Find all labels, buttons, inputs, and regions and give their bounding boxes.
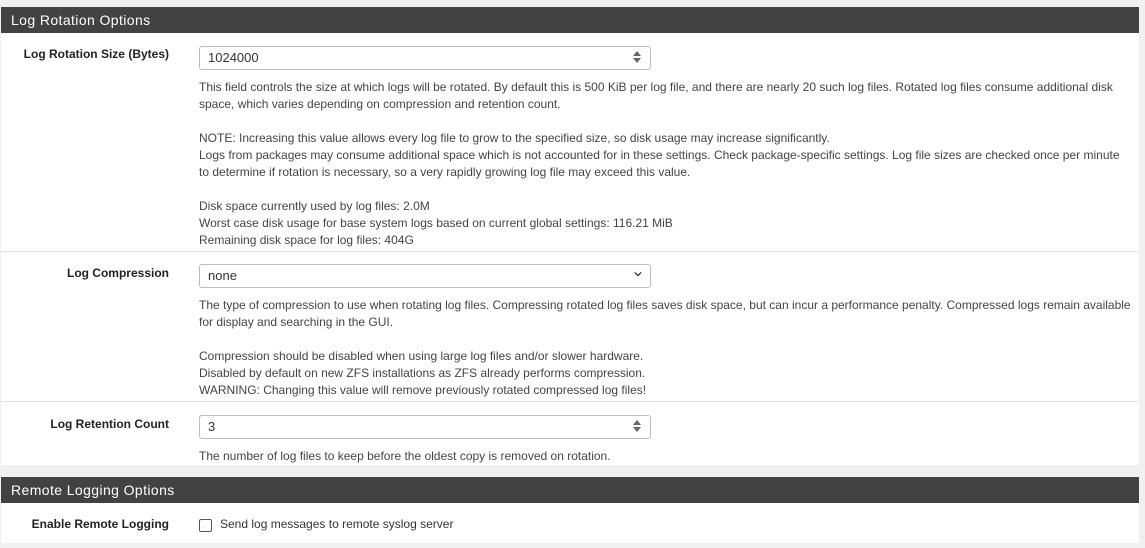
log-retention-row: Log Retention Count 3 The number of log … [1,402,1139,464]
remote-logging-heading: Remote Logging Options [1,477,1139,503]
log-retention-label: Log Retention Count [50,417,169,431]
log-rotation-size-value: 1024000 [208,50,259,65]
help-text: The number of log files to keep before t… [199,449,611,463]
log-rotation-size-label: Log Rotation Size (Bytes) [23,47,169,61]
log-rotation-panel: Log Rotation Options Log Rotation Size (… [1,7,1139,465]
log-retention-input[interactable]: 3 [199,415,651,439]
help-text: Disabled by default on new ZFS installat… [199,366,646,380]
help-text: Compression should be disabled when usin… [199,349,644,363]
enable-remote-logging-row: Enable Remote Logging Send log messages … [1,503,1139,543]
log-compression-value: none [208,268,237,283]
enable-remote-logging-checkbox[interactable] [199,519,212,532]
log-rotation-size-input[interactable]: 1024000 [199,46,651,70]
log-rotation-heading: Log Rotation Options [1,7,1139,33]
help-text: Logs from packages may consume additiona… [199,148,1120,179]
worst-case-usage-text: Worst case disk usage for base system lo… [199,216,673,230]
log-compression-select[interactable]: none [199,264,651,288]
log-rotation-size-help: This field controls the size at which lo… [199,79,1131,249]
spinner-arrows-icon[interactable] [632,50,642,66]
log-compression-label: Log Compression [66,266,169,280]
spinner-arrows-icon[interactable] [632,419,642,435]
disk-used-text: Disk space currently used by log files: … [199,199,430,213]
log-rotation-size-row: Log Rotation Size (Bytes) 1024000 This f… [1,33,1139,252]
log-compression-row: Log Compression none The type of compres… [1,252,1139,402]
enable-remote-logging-checkbox-label[interactable]: Send log messages to remote syslog serve… [220,517,453,531]
help-text: NOTE: Increasing this value allows every… [199,131,830,145]
log-retention-help: The number of log files to keep before t… [199,448,1131,465]
log-retention-value: 3 [208,419,216,434]
help-text: The type of compression to use when rota… [199,298,1131,329]
chevron-down-icon [634,271,642,277]
remote-logging-panel: Remote Logging Options Enable Remote Log… [1,477,1139,543]
warning-text: WARNING: Changing this value will remove… [199,383,647,397]
remaining-space-text: Remaining disk space for log files: 404G [199,233,414,247]
help-text: This field controls the size at which lo… [199,80,1113,111]
log-compression-help: The type of compression to use when rota… [199,297,1131,399]
enable-remote-logging-label: Enable Remote Logging [31,517,169,531]
